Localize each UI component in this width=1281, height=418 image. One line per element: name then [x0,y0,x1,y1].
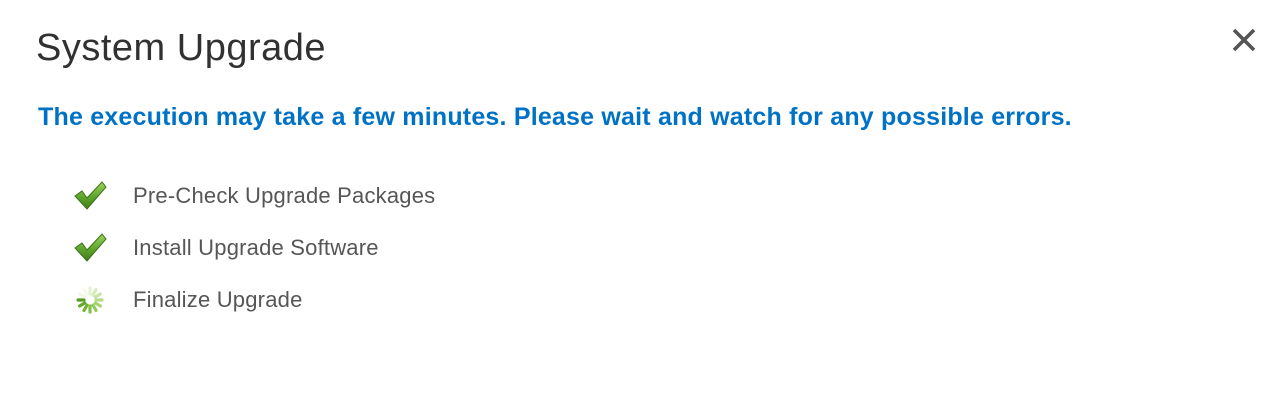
step-precheck: Pre-Check Upgrade Packages [72,170,435,222]
system-upgrade-dialog: System Upgrade The execution may take a … [0,0,1281,418]
upgrade-steps-list: Pre-Check Upgrade Packages Install Upgra… [72,170,435,326]
step-install: Install Upgrade Software [72,222,435,274]
step-label: Install Upgrade Software [133,235,379,260]
step-label: Finalize Upgrade [133,287,303,312]
step-label: Pre-Check Upgrade Packages [133,183,436,208]
close-button[interactable] [1226,22,1262,58]
dialog-title: System Upgrade [36,27,327,69]
green-checkmark-icon [72,178,108,214]
status-message: The execution may take a few minutes. Pl… [38,103,1072,131]
step-finalize: Finalize Upgrade [72,274,435,326]
green-checkmark-icon [72,230,108,266]
loading-spinner-icon [72,282,108,318]
close-icon [1232,28,1256,52]
